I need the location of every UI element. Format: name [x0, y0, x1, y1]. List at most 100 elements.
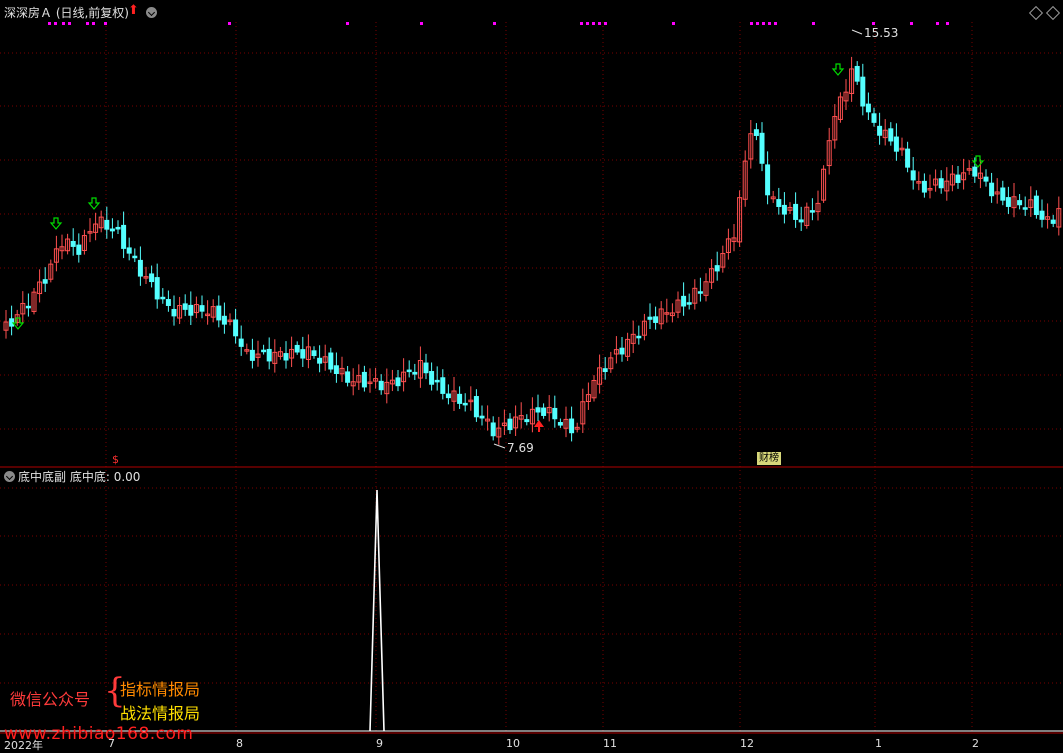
candle-body [76, 244, 82, 255]
s-mark: $ [112, 453, 119, 466]
candle-body [429, 371, 435, 385]
candle-body [137, 259, 143, 277]
candle-body [765, 164, 771, 196]
candle-body [216, 305, 222, 321]
x-tick: 2 [972, 737, 979, 750]
candle-body [266, 348, 272, 362]
candle-body [171, 308, 177, 317]
candle-body [479, 415, 485, 419]
candle-body [121, 224, 127, 249]
indicator-menu-icon[interactable] [4, 471, 15, 482]
candle-body [893, 136, 899, 152]
candle-body [781, 204, 787, 215]
candle-body [361, 371, 367, 388]
candle-body [759, 132, 765, 164]
signal-dot [586, 22, 589, 25]
candle-body [378, 380, 384, 391]
signal-dot [346, 22, 349, 25]
candle-body [686, 302, 692, 305]
candle-body [149, 273, 155, 283]
x-tick: 9 [376, 737, 383, 750]
x-tick: 8 [236, 737, 243, 750]
candle-body [249, 349, 255, 361]
signal-dot [910, 22, 913, 25]
signal-dot [62, 22, 65, 25]
candle-body [70, 240, 76, 247]
candle-body [619, 347, 625, 355]
candle-body [871, 113, 877, 123]
x-tick: 10 [506, 737, 520, 750]
indicator-value: 底中底: 0.00 [69, 470, 141, 484]
candle-body [983, 176, 989, 182]
green-down-arrow-icon [87, 197, 101, 210]
candle-body [473, 396, 479, 418]
high-marker [851, 29, 863, 35]
candle-body [905, 148, 911, 168]
candle-body [42, 279, 48, 284]
candle-body [182, 303, 188, 310]
candle-body [423, 362, 429, 374]
x-tick: 12 [740, 737, 754, 750]
candle-body [910, 170, 916, 181]
candle-body [328, 352, 334, 370]
candle-body [132, 255, 138, 259]
candle-body [1022, 207, 1028, 210]
candle-body [972, 166, 978, 177]
signal-dot [68, 22, 71, 25]
red-up-arrow-icon [534, 420, 544, 432]
candle-body [445, 393, 451, 399]
signal-dot [598, 22, 601, 25]
finance-badge[interactable]: 财榜 [757, 452, 781, 465]
candle-body [317, 357, 323, 364]
candle-body [462, 402, 468, 406]
candle-body [395, 377, 401, 387]
candle-body [798, 219, 804, 223]
indicator-title: 底中底副 底中底: 0.00 [18, 468, 140, 485]
signal-dot [774, 22, 777, 25]
low-label: 7.69 [507, 441, 534, 455]
candle-body [524, 419, 530, 423]
signal-dot [946, 22, 949, 25]
candle-body [860, 76, 866, 107]
candle-body [636, 335, 642, 339]
candle-body [1033, 195, 1039, 216]
candle-body [109, 228, 115, 232]
signal-dot [92, 22, 95, 25]
candle-body [412, 371, 418, 375]
stock-chart-canvas[interactable]: 15.53 7.69 [0, 0, 1063, 750]
candle-body [1050, 219, 1056, 224]
x-tick: 11 [603, 737, 617, 750]
indicator-spike [369, 489, 385, 732]
candle-body [714, 265, 720, 272]
candle-body [490, 422, 496, 437]
x-tick: 1 [875, 737, 882, 750]
candle-body [199, 305, 205, 312]
candle-body [283, 353, 289, 361]
candle-body [753, 129, 759, 136]
chevron-down-icon[interactable] [146, 7, 157, 18]
candle-body [697, 291, 703, 294]
candle-body [1005, 197, 1011, 207]
candle-body [154, 277, 160, 300]
wechat-label: 微信公众号 [10, 690, 91, 709]
signal-dot [228, 22, 231, 25]
promo-line-1: 指标情报局 [120, 680, 201, 699]
candle-body [188, 304, 194, 316]
candle-body [865, 103, 871, 113]
green-down-arrow-icon [11, 317, 25, 330]
candle-body [126, 247, 132, 254]
candle-body [406, 369, 412, 373]
candle-body [434, 379, 440, 383]
signal-dot [762, 22, 765, 25]
candle-body [165, 299, 171, 306]
signal-dot [580, 22, 583, 25]
candle-body [809, 210, 815, 213]
signal-dot [86, 22, 89, 25]
candle-body [440, 377, 446, 394]
candle-body [776, 199, 782, 207]
chart-title: 深深房Ａ (日线,前复权) [4, 6, 129, 20]
signal-dot [420, 22, 423, 25]
green-down-arrow-icon [49, 217, 63, 230]
signal-dot [604, 22, 607, 25]
signal-dot [592, 22, 595, 25]
